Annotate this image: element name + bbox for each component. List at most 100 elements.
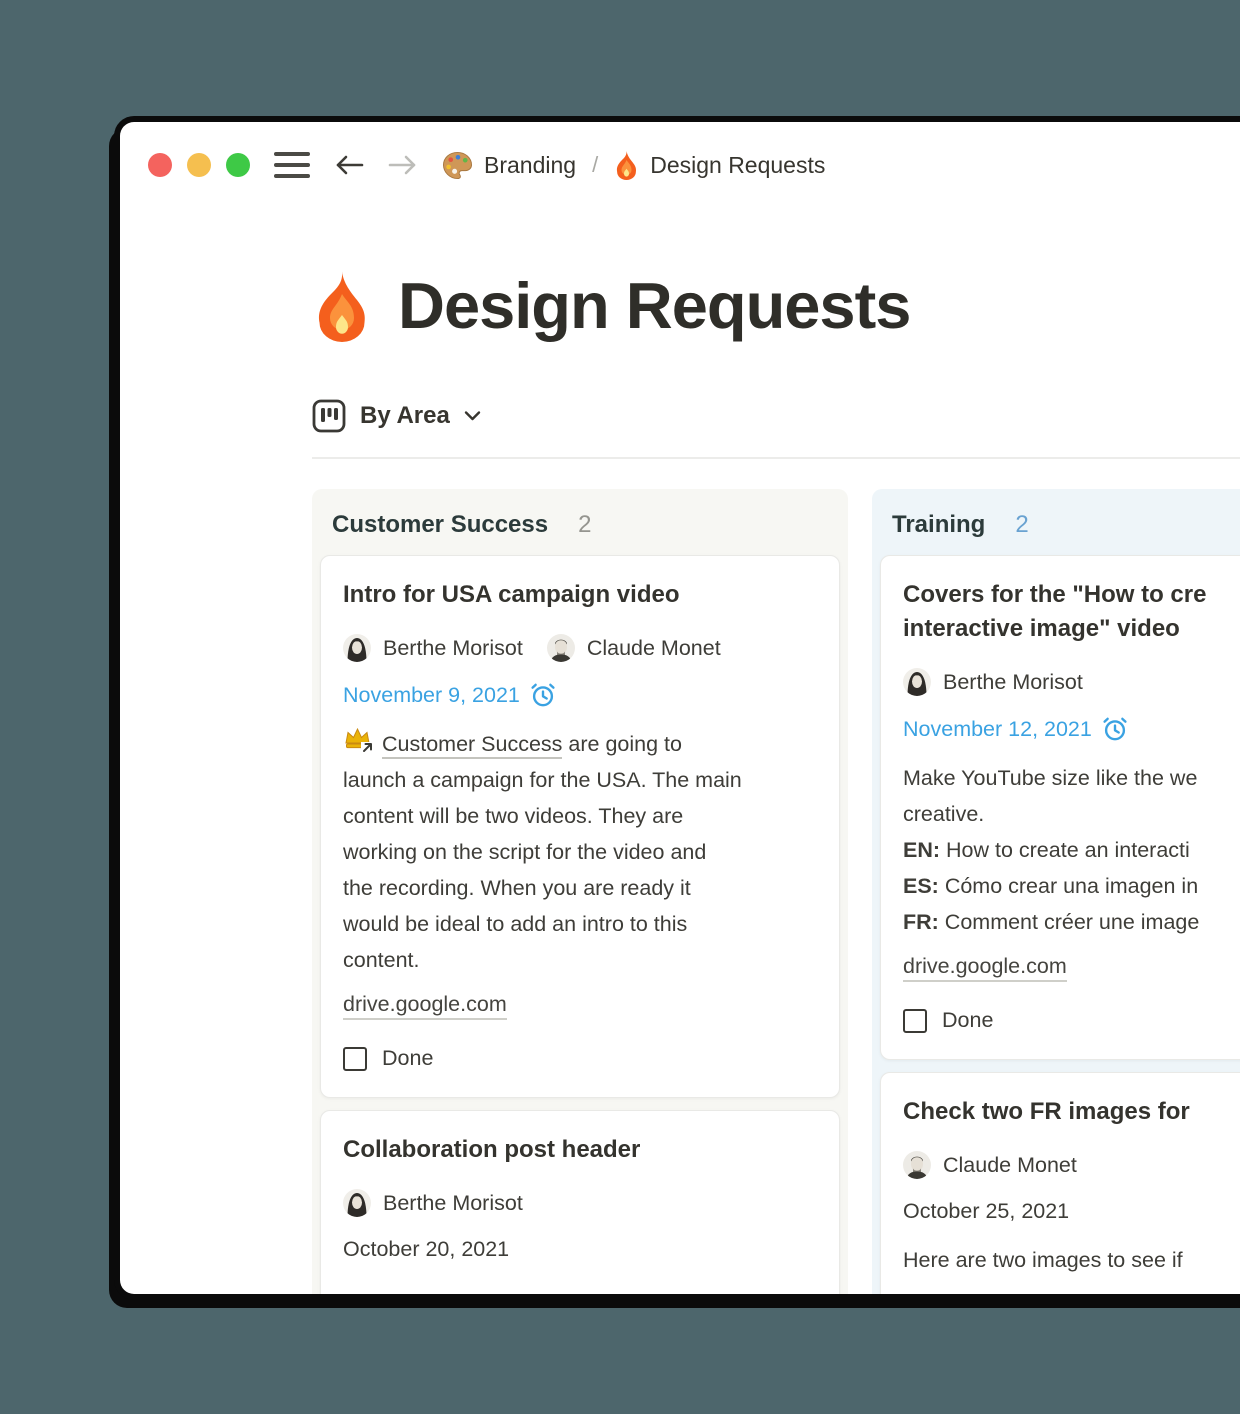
- card-check-two-fr-images[interactable]: Check two FR images for Claude Monet Oct…: [880, 1072, 1240, 1294]
- done-property: Done: [343, 1046, 817, 1071]
- alarm-clock-icon: [530, 682, 556, 708]
- page-title-text: Design Requests: [398, 269, 911, 342]
- avatar-berthe-morisot: [903, 668, 931, 696]
- breadcrumb-item-design-requests[interactable]: Design Requests: [614, 150, 825, 180]
- view-selector-label: By Area: [360, 402, 450, 429]
- person: Berthe Morisot: [903, 668, 1083, 696]
- column-name: Training: [892, 511, 986, 538]
- page-mention-link[interactable]: Customer Success: [382, 732, 563, 759]
- card-people: Berthe Morisot: [903, 668, 1240, 696]
- person-name: Claude Monet: [586, 635, 721, 660]
- card-body: Make YouTube size like the we creative. …: [903, 760, 1240, 940]
- body-line: Customer Success are going to: [343, 726, 817, 762]
- drive-link[interactable]: drive.google.com: [903, 952, 1067, 982]
- card-title: Intro for USA campaign video: [343, 581, 680, 608]
- body-line: launch a campaign for the USA. The main: [343, 768, 742, 792]
- card-title: Check two FR images for: [903, 1098, 1190, 1125]
- menu-button[interactable]: [274, 152, 310, 178]
- breadcrumb-separator: /: [592, 152, 599, 177]
- board-view-icon: [312, 399, 346, 433]
- column-count: 2: [1015, 511, 1029, 538]
- avatar-claude-monet: [546, 634, 575, 662]
- body-line: Make YouTube size like the we: [903, 766, 1198, 790]
- app-window: Branding / Design Requests Design Reques…: [120, 122, 1240, 1294]
- fire-icon: [617, 150, 637, 180]
- column-header[interactable]: Customer Success 2: [320, 497, 840, 555]
- column-header[interactable]: Training 2: [880, 497, 1240, 555]
- person: Berthe Morisot: [343, 634, 523, 662]
- breadcrumb-label: Branding: [484, 151, 577, 178]
- arrow-left-icon: [336, 155, 364, 175]
- arrow-right-icon: [388, 155, 416, 175]
- card-body: Here are two images to see if: [903, 1242, 1240, 1278]
- divider: [312, 457, 1240, 459]
- person-name: Claude Monet: [943, 1152, 1077, 1177]
- card-date: October 25, 2021: [903, 1199, 1240, 1224]
- column-customer-success: Customer Success 2 Intro for USA campaig…: [312, 489, 848, 1294]
- page-title: Design Requests: [312, 268, 1240, 343]
- avatar-claude-monet: [903, 1151, 931, 1179]
- view-selector[interactable]: By Area: [312, 399, 481, 433]
- body-line: working on the script for the video and: [343, 840, 707, 864]
- fire-icon: [318, 271, 365, 342]
- card-people: Berthe Morisot Claude Monet: [343, 634, 817, 662]
- card-date-reminder: November 12, 2021: [903, 716, 1240, 742]
- zoom-button[interactable]: [226, 153, 250, 177]
- alarm-clock-icon: [1102, 716, 1128, 742]
- body-line: ES: Cómo crear una imagen in: [903, 874, 1199, 898]
- person-name: Berthe Morisot: [943, 669, 1083, 694]
- drive-link[interactable]: drive.google.com: [343, 990, 507, 1020]
- crown-page-mention-icon: [343, 727, 373, 753]
- date-text: November 9, 2021: [343, 682, 520, 707]
- done-checkbox[interactable]: [903, 1008, 927, 1033]
- minimize-button[interactable]: [187, 153, 211, 177]
- avatar-berthe-morisot: [343, 634, 371, 662]
- chevron-down-icon: [464, 411, 481, 421]
- column-training: Training 2 Covers for the "How to cre in…: [872, 489, 1240, 1294]
- back-button[interactable]: [334, 154, 364, 176]
- card-title: Collaboration post header: [343, 1136, 641, 1163]
- date-text: November 12, 2021: [903, 716, 1092, 741]
- avatar-berthe-morisot: [343, 1189, 371, 1217]
- traffic-lights: [148, 153, 250, 177]
- body-line: would be ideal to add an intro to this: [343, 912, 688, 936]
- menu-icon: [274, 152, 310, 156]
- done-label: Done: [382, 1046, 434, 1070]
- card-intro-usa-campaign[interactable]: Intro for USA campaign video Berthe Mori…: [320, 555, 840, 1098]
- card-collaboration-post-header[interactable]: Collaboration post header Berthe Morisot…: [320, 1110, 840, 1294]
- done-checkbox[interactable]: [343, 1046, 367, 1071]
- person: Berthe Morisot: [343, 1189, 523, 1217]
- person-name: Berthe Morisot: [383, 635, 523, 660]
- card-date-reminder: November 9, 2021: [343, 682, 817, 708]
- forward-button[interactable]: [388, 154, 418, 176]
- card-people: Claude Monet: [903, 1151, 1240, 1179]
- body-line: FR: Comment créer une image: [903, 910, 1200, 934]
- body-line: Here are two images to see if: [903, 1248, 1183, 1272]
- column-name: Customer Success: [332, 511, 549, 538]
- card-body: Customer Success are going to launch a c…: [343, 726, 817, 978]
- body-line: content.: [343, 948, 420, 972]
- date-text: October 20, 2021: [343, 1237, 510, 1261]
- person: Claude Monet: [546, 634, 721, 662]
- breadcrumb-item-branding[interactable]: Branding: [442, 151, 576, 180]
- person-name: Berthe Morisot: [383, 1190, 523, 1215]
- page-background: Branding / Design Requests Design Reques…: [0, 0, 1240, 1414]
- body-line: creative.: [903, 802, 985, 826]
- person: Claude Monet: [903, 1151, 1077, 1179]
- breadcrumb-label: Design Requests: [650, 151, 826, 178]
- body-line: the recording. When you are ready it: [343, 876, 691, 900]
- page-content: Design Requests By Area Customer Success…: [120, 268, 1240, 1294]
- kanban-board: Customer Success 2 Intro for USA campaig…: [312, 489, 1240, 1294]
- card-covers-how-to-video[interactable]: Covers for the "How to cre interactive i…: [880, 555, 1240, 1060]
- body-line: content will be two videos. They are: [343, 804, 684, 828]
- column-count: 2: [578, 511, 592, 538]
- card-title: Covers for the "How to cre interactive i…: [903, 581, 1207, 642]
- window-topbar: Branding / Design Requests: [148, 148, 1240, 182]
- body-line: EN: How to create an interacti: [903, 838, 1190, 862]
- card-people: Berthe Morisot: [343, 1189, 817, 1217]
- done-label: Done: [942, 1008, 994, 1032]
- close-button[interactable]: [148, 153, 172, 177]
- done-property: Done: [903, 1008, 1240, 1033]
- palette-icon: [442, 151, 473, 179]
- card-date: October 20, 2021: [343, 1237, 817, 1262]
